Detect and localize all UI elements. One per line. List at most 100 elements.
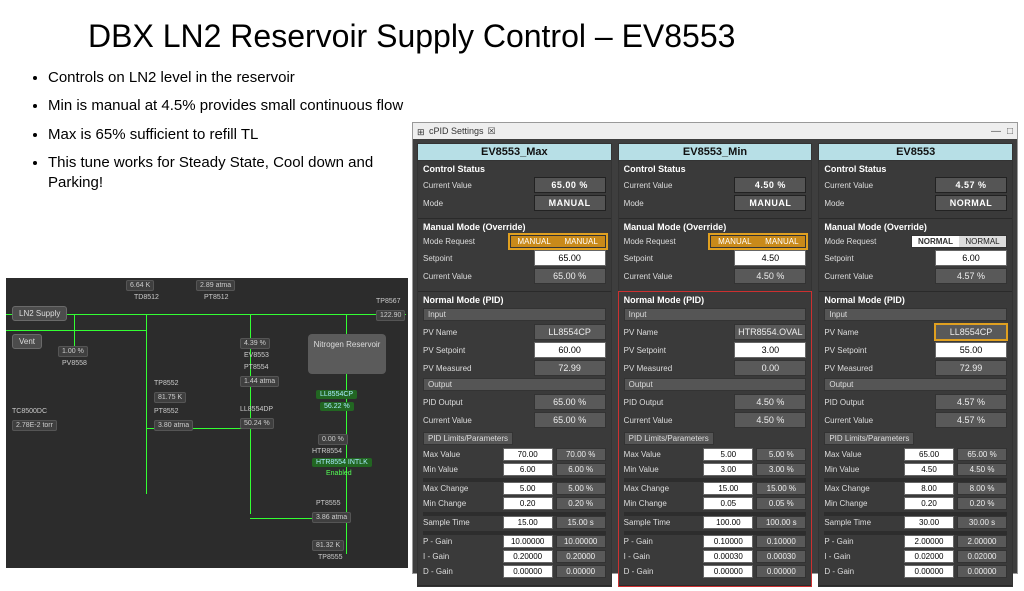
maxv-input[interactable]: 5.00 <box>703 448 753 461</box>
mode-request-label: Mode Request <box>624 237 711 246</box>
slide-title: DBX LN2 Reservoir Supply Control – EV855… <box>88 18 735 55</box>
p-readback: 0.10000 <box>756 535 806 548</box>
maxc-readback: 15.00 % <box>756 482 806 495</box>
pt8552-label: PT8552 <box>154 408 179 415</box>
minc-readback: 0.20 % <box>556 497 606 510</box>
maxv-input[interactable]: 70.00 <box>503 448 553 461</box>
minv-readback: 6.00 % <box>556 463 606 476</box>
maxc-input[interactable]: 5.00 <box>503 482 553 495</box>
p-gain-label: P - Gain <box>824 537 901 546</box>
sample-time-label: Sample Time <box>423 518 500 527</box>
p-input[interactable]: 0.10000 <box>703 535 753 548</box>
st-readback: 100.00 s <box>756 516 806 529</box>
d-input[interactable]: 0.00000 <box>904 565 954 578</box>
st-input[interactable]: 100.00 <box>703 516 753 529</box>
minc-input[interactable]: 0.20 <box>904 497 954 510</box>
maxc-readback: 8.00 % <box>957 482 1007 495</box>
pid-diagram: LN2 Supply Vent 1.00 % PV8558 6.64 K 2.8… <box>6 278 408 568</box>
pv-setpoint-label: PV Setpoint <box>824 346 935 355</box>
pv-measured: 0.00 <box>734 360 806 376</box>
zero-pct: 0.00 % <box>318 434 348 445</box>
d-readback: 0.00000 <box>756 565 806 578</box>
ln2-supply-button[interactable]: LN2 Supply <box>12 306 67 321</box>
tp8552-label: TP8552 <box>154 380 179 387</box>
pid-limits-button[interactable]: PID Limits/Parameters <box>624 432 714 445</box>
window-close-tab-icon[interactable]: ☒ <box>488 126 496 137</box>
max-value-label: Max Value <box>624 450 701 459</box>
p-input[interactable]: 2.00000 <box>904 535 954 548</box>
max-change-label: Max Change <box>824 484 901 493</box>
cv3-label: Current Value <box>423 416 534 425</box>
setpoint-input[interactable]: 4.50 <box>734 250 806 266</box>
i-gain-label: I - Gain <box>423 552 500 561</box>
pv-measured: 72.99 <box>534 360 606 376</box>
mode-request-toggle[interactable]: MANUALMANUAL <box>710 235 806 248</box>
d-input[interactable]: 0.00000 <box>703 565 753 578</box>
control-status-label: Control Status <box>423 164 606 174</box>
p-input[interactable]: 10.00000 <box>503 535 553 548</box>
pv-setpoint-input[interactable]: 60.00 <box>534 342 606 358</box>
pt8552-value: 3.80 atma <box>154 420 193 431</box>
pv8558-value: 1.00 % <box>58 346 88 357</box>
mode-label: Mode <box>824 199 935 208</box>
minv-input[interactable]: 6.00 <box>503 463 553 476</box>
mode-request-toggle[interactable]: MANUALMANUAL <box>510 235 606 248</box>
d-input[interactable]: 0.00000 <box>503 565 553 578</box>
max-value-label: Max Value <box>423 450 500 459</box>
output-subheader: Output <box>624 378 807 391</box>
minimize-icon[interactable]: — <box>991 126 1001 137</box>
i-gain-label: I - Gain <box>824 552 901 561</box>
st-input[interactable]: 15.00 <box>503 516 553 529</box>
cv3-label: Current Value <box>624 416 735 425</box>
setpoint-input[interactable]: 65.00 <box>534 250 606 266</box>
tc8500dc-value: 2.78E-2 torr <box>12 420 57 431</box>
cv2: 4.57 % <box>935 268 1007 284</box>
pid-limits-button[interactable]: PID Limits/Parameters <box>423 432 513 445</box>
i-input[interactable]: 0.02000 <box>904 550 954 563</box>
minc-input[interactable]: 0.20 <box>503 497 553 510</box>
pv-setpoint-input[interactable]: 3.00 <box>734 342 806 358</box>
min-change-label: Min Change <box>824 499 901 508</box>
htr8554-label: HTR8554 <box>312 448 342 455</box>
tp8567-value: 122.90 <box>376 310 405 321</box>
maximize-icon[interactable]: □ <box>1007 126 1013 137</box>
control-status-label: Control Status <box>624 164 807 174</box>
min-value-label: Min Value <box>423 465 500 474</box>
manual-override-label: Manual Mode (Override) <box>824 222 1007 232</box>
bottom-k: 81.32 K <box>312 540 344 551</box>
cv3: 65.00 % <box>534 412 606 428</box>
st-input[interactable]: 30.00 <box>904 516 954 529</box>
mode-value: MANUAL <box>734 195 806 211</box>
max-change-label: Max Change <box>624 484 701 493</box>
bullet-4: This tune works for Steady State, Cool d… <box>48 153 410 194</box>
window-titlebar[interactable]: ⊞ cPID Settings ☒ — □ <box>413 123 1017 139</box>
pid-limits-button[interactable]: PID Limits/Parameters <box>824 432 914 445</box>
d-readback: 0.00000 <box>556 565 606 578</box>
top-torr: 2.89 atma <box>196 280 235 291</box>
minv-input[interactable]: 3.00 <box>703 463 753 476</box>
bullet-3: Max is 65% sufficient to refill TL <box>48 125 410 145</box>
pv-name-label: PV Name <box>423 328 534 337</box>
pt8555-value: 3.86 atma <box>312 512 351 523</box>
ll8554cp-label: LL8554CP <box>316 390 357 399</box>
current-value-label2: Current Value <box>423 272 534 281</box>
panel-header: EV8553_Min <box>619 144 812 161</box>
minv-readback: 3.00 % <box>756 463 806 476</box>
mode-value: MANUAL <box>534 195 606 211</box>
mode-label: Mode <box>624 199 735 208</box>
setpoint-input[interactable]: 6.00 <box>935 250 1007 266</box>
cv3: 4.57 % <box>935 412 1007 428</box>
minc-input[interactable]: 0.05 <box>703 497 753 510</box>
maxc-input[interactable]: 8.00 <box>904 482 954 495</box>
vent-button[interactable]: Vent <box>12 334 42 349</box>
minv-input[interactable]: 4.50 <box>904 463 954 476</box>
setpoint-label: Setpoint <box>624 254 735 263</box>
i-input[interactable]: 0.00030 <box>703 550 753 563</box>
mode-request-toggle[interactable]: NORMALNORMAL <box>911 235 1007 248</box>
i-input[interactable]: 0.20000 <box>503 550 553 563</box>
pv-setpoint-input[interactable]: 55.00 <box>935 342 1007 358</box>
pv-measured-label: PV Measured <box>423 364 534 373</box>
maxv-input[interactable]: 65.00 <box>904 448 954 461</box>
maxc-input[interactable]: 15.00 <box>703 482 753 495</box>
pv-setpoint-label: PV Setpoint <box>624 346 735 355</box>
